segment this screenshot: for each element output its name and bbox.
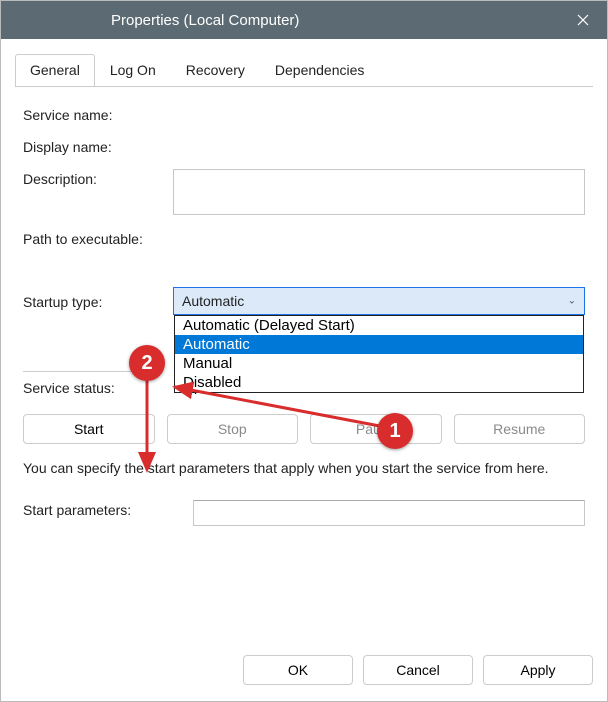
dialog-footer: OK Cancel Apply [1, 643, 607, 701]
cancel-button[interactable]: Cancel [363, 655, 473, 685]
label-service-status: Service status: [23, 378, 173, 396]
option-automatic-delayed[interactable]: Automatic (Delayed Start) [175, 316, 583, 335]
callout-1: 1 [377, 413, 413, 449]
callout-2: 2 [129, 345, 165, 381]
option-manual[interactable]: Manual [175, 354, 583, 373]
pause-button[interactable]: Pause [310, 414, 442, 444]
startup-type-combobox[interactable]: Automatic ⌄ Automatic (Delayed Start) Au… [173, 287, 585, 315]
properties-dialog: Properties (Local Computer) General Log … [0, 0, 608, 702]
chevron-down-icon: ⌄ [568, 296, 576, 307]
ok-button[interactable]: OK [243, 655, 353, 685]
resume-button[interactable]: Resume [454, 414, 586, 444]
window-title: Properties (Local Computer) [111, 12, 299, 29]
tab-recovery[interactable]: Recovery [171, 54, 260, 87]
option-automatic[interactable]: Automatic [175, 335, 583, 354]
label-description: Description: [23, 169, 173, 187]
start-parameters-input[interactable] [193, 500, 585, 526]
label-path: Path to executable: [23, 229, 143, 247]
tab-panel-general: Service name: Display name: Description:… [15, 86, 593, 643]
titlebar: Properties (Local Computer) [1, 1, 607, 39]
hint-text: You can specify the start parameters tha… [23, 458, 585, 478]
tabstrip: General Log On Recovery Dependencies [1, 39, 607, 86]
tab-general[interactable]: General [15, 54, 95, 87]
close-icon [577, 14, 589, 26]
label-startup-type: Startup type: [23, 292, 173, 310]
description-field[interactable] [173, 169, 585, 215]
start-button[interactable]: Start [23, 414, 155, 444]
tab-log-on[interactable]: Log On [95, 54, 171, 87]
label-service-name: Service name: [23, 105, 173, 123]
label-display-name: Display name: [23, 137, 173, 155]
close-button[interactable] [559, 1, 607, 39]
apply-button[interactable]: Apply [483, 655, 593, 685]
tab-dependencies[interactable]: Dependencies [260, 54, 380, 87]
startup-type-value: Automatic [182, 293, 244, 309]
stop-button[interactable]: Stop [167, 414, 299, 444]
label-start-params: Start parameters: [23, 500, 193, 518]
option-disabled[interactable]: Disabled [175, 373, 583, 392]
startup-type-dropdown: Automatic (Delayed Start) Automatic Manu… [174, 315, 584, 393]
